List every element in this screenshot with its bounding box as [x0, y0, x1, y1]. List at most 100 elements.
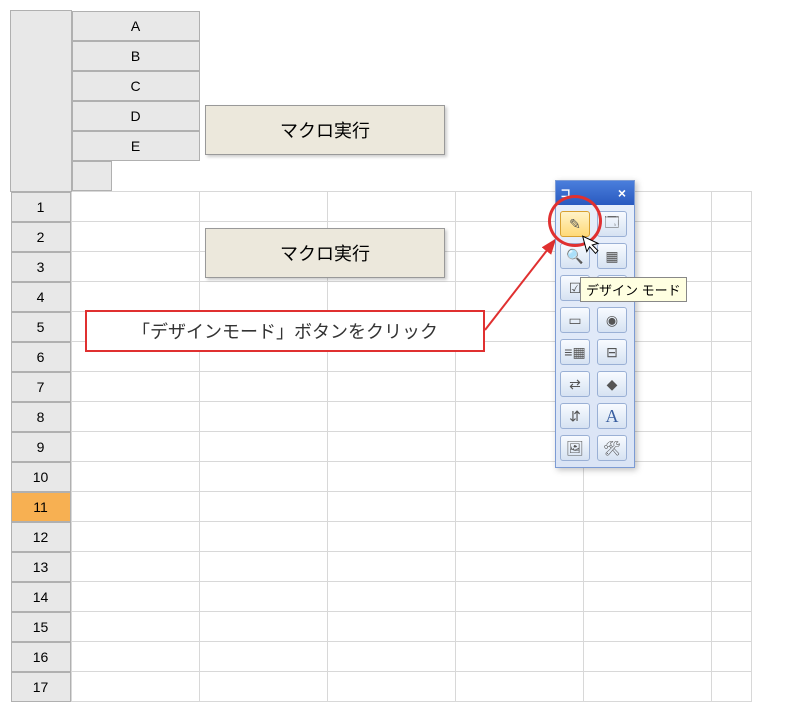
cell[interactable] [456, 582, 584, 612]
cell[interactable] [200, 402, 328, 432]
cell[interactable] [712, 492, 752, 522]
cell[interactable] [200, 582, 328, 612]
cell[interactable] [200, 282, 328, 312]
view-code-button[interactable]: 🔍 [560, 243, 590, 269]
cell[interactable] [200, 432, 328, 462]
row-header-17[interactable]: 17 [11, 672, 71, 702]
toolbox-titlebar[interactable]: コ × [556, 181, 634, 205]
cell[interactable] [712, 342, 752, 372]
column-header-partial[interactable] [72, 161, 112, 191]
row-header-6[interactable]: 6 [11, 342, 71, 372]
cell[interactable] [712, 191, 752, 222]
row-header-15[interactable]: 15 [11, 612, 71, 642]
more-controls-button[interactable]: 🛠 [597, 435, 627, 461]
row-header-13[interactable]: 13 [11, 552, 71, 582]
cell[interactable] [71, 282, 200, 312]
cell[interactable] [712, 672, 752, 702]
close-icon[interactable]: × [614, 185, 630, 201]
commandbutton-control-button[interactable]: ▭ [560, 307, 590, 333]
cell[interactable] [712, 462, 752, 492]
cell[interactable] [71, 582, 200, 612]
design-mode-button[interactable]: ✎ [560, 211, 590, 237]
label-control-button[interactable]: A [597, 403, 627, 429]
cell[interactable] [328, 191, 456, 222]
cell[interactable] [200, 372, 328, 402]
row-header-1[interactable]: 1 [11, 192, 71, 222]
cell[interactable] [71, 522, 200, 552]
macro-execute-button-1[interactable]: マクロ実行 [205, 105, 445, 155]
column-header-b[interactable]: B [72, 41, 200, 71]
cell[interactable] [584, 642, 712, 672]
cell[interactable] [328, 462, 456, 492]
cell[interactable] [712, 252, 752, 282]
row-header-8[interactable]: 8 [11, 402, 71, 432]
cell[interactable] [328, 522, 456, 552]
cell[interactable] [200, 642, 328, 672]
select-all-corner[interactable] [11, 11, 72, 192]
cell[interactable] [712, 582, 752, 612]
cell[interactable] [712, 552, 752, 582]
column-header-a[interactable]: A [72, 11, 200, 41]
column-header-d[interactable]: D [72, 101, 200, 131]
togglebutton-control-button[interactable]: ⇄ [560, 371, 590, 397]
row-header-10[interactable]: 10 [11, 462, 71, 492]
cell[interactable] [71, 642, 200, 672]
listbox-control-button[interactable]: ≡▦ [560, 339, 590, 365]
control-toolbox[interactable]: コ × ✎ 🗔 🔍 ▦ ☑ ab| ▭ ◉ ≡▦ ⊟ ⇄ ◆ ⇵ A 🖼 🛠 [555, 180, 635, 468]
cell[interactable] [71, 252, 200, 282]
cell[interactable] [584, 522, 712, 552]
cell[interactable] [200, 522, 328, 552]
scrollbar-control-button[interactable]: ⇵ [560, 403, 590, 429]
cell[interactable] [328, 372, 456, 402]
cell[interactable] [712, 642, 752, 672]
macro-execute-button-2[interactable]: マクロ実行 [205, 228, 445, 278]
optionbutton-control-button[interactable]: ◉ [597, 307, 627, 333]
cell[interactable] [456, 522, 584, 552]
row-header-5[interactable]: 5 [11, 312, 71, 342]
cell[interactable] [456, 552, 584, 582]
row-header-16[interactable]: 16 [11, 642, 71, 672]
cell[interactable] [71, 191, 200, 222]
cell[interactable] [456, 612, 584, 642]
spinbutton-control-button[interactable]: ◆ [597, 371, 627, 397]
cell[interactable] [328, 642, 456, 672]
cell[interactable] [328, 612, 456, 642]
cell[interactable] [584, 492, 712, 522]
row-header-14[interactable]: 14 [11, 582, 71, 612]
cell[interactable] [71, 432, 200, 462]
cell[interactable] [200, 672, 328, 702]
cell[interactable] [328, 282, 456, 312]
run-button[interactable]: ▦ [597, 243, 627, 269]
cell[interactable] [200, 191, 328, 222]
row-header-11[interactable]: 11 [11, 492, 71, 522]
cell[interactable] [584, 582, 712, 612]
row-header-7[interactable]: 7 [11, 372, 71, 402]
cell[interactable] [712, 222, 752, 252]
cell[interactable] [200, 492, 328, 522]
row-header-3[interactable]: 3 [11, 252, 71, 282]
cell[interactable] [200, 612, 328, 642]
cell[interactable] [712, 402, 752, 432]
column-header-e[interactable]: E [72, 131, 200, 161]
cell[interactable] [584, 612, 712, 642]
image-control-button[interactable]: 🖼 [560, 435, 590, 461]
cell[interactable] [712, 432, 752, 462]
cell[interactable] [712, 612, 752, 642]
cell[interactable] [328, 492, 456, 522]
cell[interactable] [71, 372, 200, 402]
row-header-4[interactable]: 4 [11, 282, 71, 312]
combobox-control-button[interactable]: ⊟ [597, 339, 627, 365]
properties-button[interactable]: 🗔 [597, 211, 627, 237]
cell[interactable] [712, 522, 752, 552]
cell[interactable] [328, 672, 456, 702]
cell[interactable] [584, 672, 712, 702]
cell[interactable] [456, 642, 584, 672]
row-header-12[interactable]: 12 [11, 522, 71, 552]
row-header-2[interactable]: 2 [11, 222, 71, 252]
cell[interactable] [71, 402, 200, 432]
cell[interactable] [71, 492, 200, 522]
cell[interactable] [71, 222, 200, 252]
cell[interactable] [71, 462, 200, 492]
cell[interactable] [200, 462, 328, 492]
cell[interactable] [712, 312, 752, 342]
